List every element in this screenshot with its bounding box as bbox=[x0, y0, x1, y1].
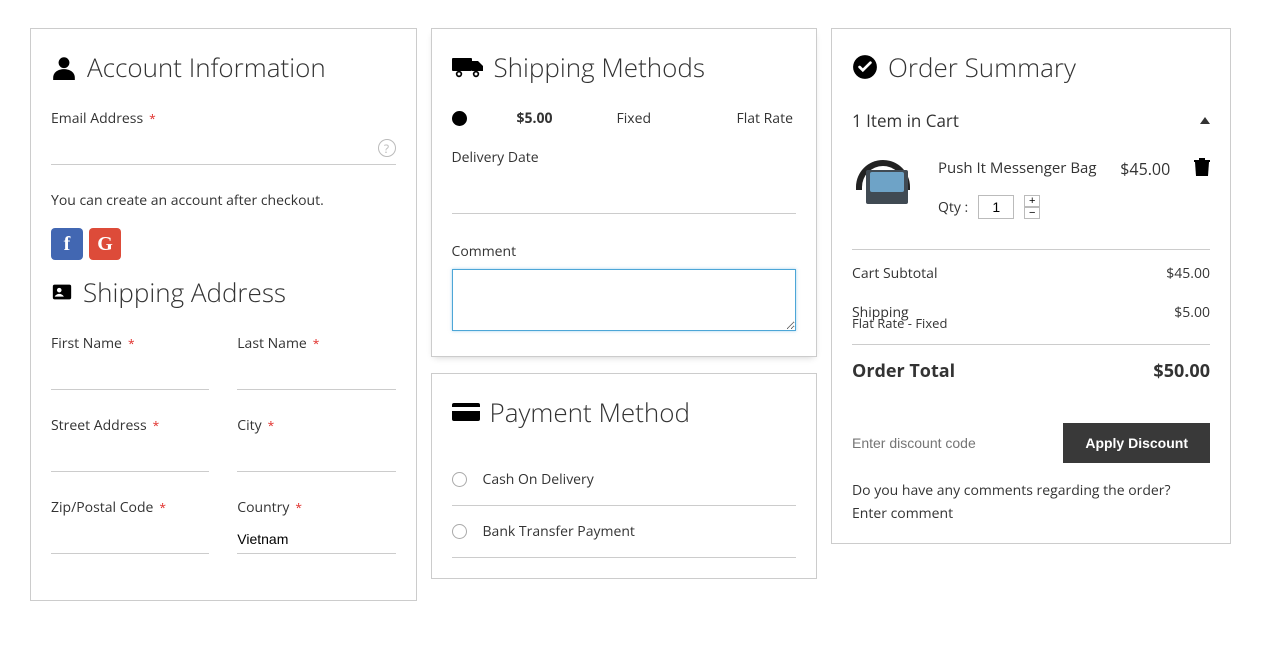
shipping-option-price: $5.00 bbox=[517, 109, 567, 128]
payment-option-label: Cash On Delivery bbox=[483, 470, 594, 489]
first-name-group: First Name bbox=[51, 334, 209, 390]
first-name-field[interactable] bbox=[51, 361, 209, 390]
shipping-methods-title: Shipping Methods bbox=[452, 49, 797, 85]
street-field[interactable] bbox=[51, 443, 209, 472]
check-circle-icon bbox=[852, 54, 878, 80]
order-comment-hint: Enter comment bbox=[852, 504, 1210, 523]
shipping-methods-panel: Shipping Methods $5.00 Fixed Flat Rate D… bbox=[431, 28, 818, 357]
order-total-label: Order Total bbox=[852, 359, 955, 383]
order-total-row: Order Total $50.00 bbox=[852, 344, 1210, 393]
apply-discount-button[interactable]: Apply Discount bbox=[1063, 423, 1210, 463]
comment-group: Comment bbox=[452, 242, 797, 336]
cart-item: Push It Messenger Bag $45.00 Qty : + − bbox=[852, 150, 1210, 250]
payment-method-title: Payment Method bbox=[452, 394, 797, 430]
discount-row: Apply Discount bbox=[852, 423, 1210, 463]
shipping-option-flat-rate[interactable]: $5.00 Fixed Flat Rate bbox=[452, 109, 797, 128]
subtotal-label: Cart Subtotal bbox=[852, 264, 938, 283]
zip-field[interactable] bbox=[51, 525, 209, 554]
qty-increment-button[interactable]: + bbox=[1024, 195, 1040, 207]
order-total-value: $50.00 bbox=[1153, 359, 1210, 383]
cart-items-toggle[interactable]: 1 Item in Cart bbox=[852, 109, 1210, 132]
order-summary-title: Order Summary bbox=[852, 49, 1210, 85]
order-comment-question: Do you have any comments regarding the o… bbox=[852, 481, 1210, 500]
radio-selected-icon bbox=[452, 111, 467, 126]
last-name-field[interactable] bbox=[237, 361, 395, 390]
email-label: Email Address bbox=[51, 109, 396, 128]
street-label: Street Address bbox=[51, 416, 209, 435]
product-price: $45.00 bbox=[1120, 158, 1170, 180]
country-label: Country bbox=[237, 498, 395, 517]
credit-card-icon bbox=[452, 401, 480, 423]
user-icon bbox=[51, 54, 77, 80]
first-name-label: First Name bbox=[51, 334, 209, 353]
product-image bbox=[852, 158, 922, 216]
facebook-login-button[interactable]: f bbox=[51, 228, 83, 260]
truck-icon bbox=[452, 55, 484, 79]
payment-option-cod[interactable]: Cash On Delivery bbox=[452, 454, 797, 506]
shipping-total-sub: Flat Rate - Fixed bbox=[852, 314, 1210, 332]
discount-code-input[interactable] bbox=[852, 423, 1063, 463]
delivery-date-field[interactable] bbox=[452, 175, 797, 203]
account-info-panel: Account Information Email Address ? You … bbox=[30, 28, 417, 601]
city-label: City bbox=[237, 416, 395, 435]
shipping-comment-field[interactable] bbox=[452, 269, 797, 331]
city-field[interactable] bbox=[237, 443, 395, 472]
shipping-option-method: Fixed bbox=[617, 109, 687, 128]
qty-decrement-button[interactable]: − bbox=[1024, 207, 1040, 219]
email-field[interactable] bbox=[51, 136, 396, 165]
payment-option-label: Bank Transfer Payment bbox=[483, 522, 635, 541]
subtotal-row: Cart Subtotal $45.00 bbox=[852, 254, 1210, 293]
account-note: You can create an account after checkout… bbox=[51, 191, 396, 210]
address-card-icon bbox=[51, 281, 73, 303]
qty-input[interactable] bbox=[978, 195, 1014, 219]
street-group: Street Address bbox=[51, 416, 209, 472]
country-field[interactable] bbox=[237, 525, 395, 554]
country-group: Country bbox=[237, 498, 395, 554]
radio-unselected-icon bbox=[452, 472, 467, 487]
radio-unselected-icon bbox=[452, 524, 467, 539]
google-login-button[interactable]: G bbox=[89, 228, 121, 260]
payment-method-panel: Payment Method Cash On Delivery Bank Tra… bbox=[431, 373, 818, 579]
last-name-label: Last Name bbox=[237, 334, 395, 353]
last-name-group: Last Name bbox=[237, 334, 395, 390]
help-icon[interactable]: ? bbox=[378, 139, 396, 157]
qty-label: Qty : bbox=[938, 198, 968, 217]
remove-item-button[interactable] bbox=[1194, 158, 1210, 181]
city-group: City bbox=[237, 416, 395, 472]
shipping-address-title: Shipping Address bbox=[51, 274, 396, 310]
account-title: Account Information bbox=[51, 49, 396, 85]
delivery-date-group: Delivery Date bbox=[452, 148, 797, 214]
shipping-total-value: $5.00 bbox=[1174, 303, 1210, 322]
chevron-up-icon bbox=[1200, 117, 1210, 124]
payment-option-bank[interactable]: Bank Transfer Payment bbox=[452, 506, 797, 558]
zip-label: Zip/Postal Code bbox=[51, 498, 209, 517]
shipping-option-carrier: Flat Rate bbox=[737, 109, 793, 128]
comment-label: Comment bbox=[452, 242, 797, 261]
product-name: Push It Messenger Bag bbox=[938, 158, 1097, 178]
order-summary-panel: Order Summary 1 Item in Cart Push It Mes… bbox=[831, 28, 1231, 544]
delivery-date-label: Delivery Date bbox=[452, 148, 797, 167]
email-field-group: Email Address ? bbox=[51, 109, 396, 165]
cart-items-label: 1 Item in Cart bbox=[852, 109, 959, 132]
social-login-row: f G bbox=[51, 228, 396, 260]
zip-group: Zip/Postal Code bbox=[51, 498, 209, 554]
subtotal-value: $45.00 bbox=[1166, 264, 1210, 283]
